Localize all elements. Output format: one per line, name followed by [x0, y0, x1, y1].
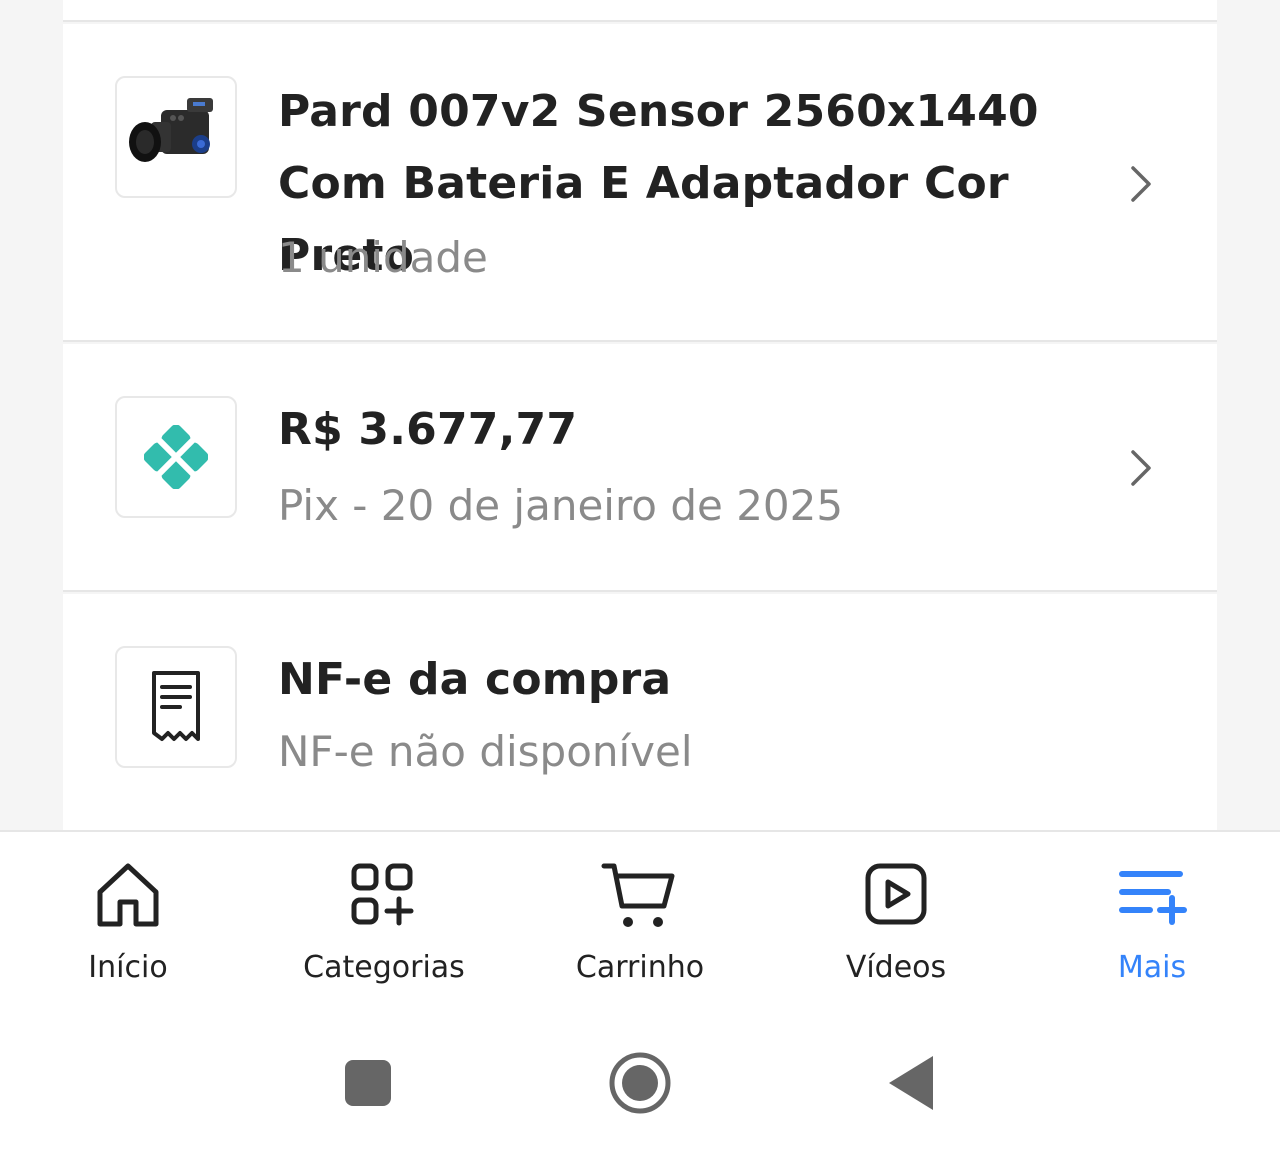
chevron-right-icon[interactable]: [1125, 448, 1157, 488]
system-navigation-bar: [0, 1020, 1280, 1157]
categories-icon: [351, 863, 414, 926]
video-icon: [865, 863, 927, 925]
receipt-icon: [152, 671, 200, 741]
order-detail-page: Pard 007v2 Sensor 2560x1440 Com Bateria …: [0, 0, 1280, 1157]
payment-row[interactable]: R$ 3.677,77 Pix - 20 de janeiro de 2025: [63, 344, 1217, 592]
bottom-navigation: Início Categorias Carrinho Vídeos Mais: [0, 830, 1280, 1020]
payment-amount: R$ 3.677,77: [278, 404, 578, 455]
product-thumbnail: [115, 76, 237, 198]
nav-label: Vídeos: [845, 950, 947, 985]
nav-item-carrinho[interactable]: Carrinho: [530, 860, 750, 985]
recents-button[interactable]: [333, 1048, 403, 1118]
home-icon: [97, 863, 159, 927]
product-row[interactable]: Pard 007v2 Sensor 2560x1440 Com Bateria …: [63, 24, 1217, 342]
nav-item-inicio[interactable]: Início: [18, 860, 238, 985]
back-button[interactable]: [877, 1048, 947, 1118]
nav-label: Mais: [1117, 950, 1187, 985]
nav-label: Início: [88, 950, 168, 985]
cart-icon: [601, 863, 675, 927]
chevron-right-icon[interactable]: [1125, 164, 1157, 204]
pix-icon: [144, 425, 208, 489]
product-quantity: 1 unidade: [278, 233, 488, 282]
nfe-thumbnail: [115, 646, 237, 768]
nav-item-categorias[interactable]: Categorias: [274, 860, 494, 985]
payment-details: Pix - 20 de janeiro de 2025: [278, 481, 844, 530]
nav-item-videos[interactable]: Vídeos: [786, 860, 1006, 985]
previous-card-edge: [63, 0, 1217, 22]
home-button[interactable]: [605, 1048, 675, 1118]
nav-item-mais[interactable]: Mais: [1042, 860, 1262, 985]
nav-label: Carrinho: [575, 950, 705, 985]
nfe-status: NF-e não disponível: [278, 727, 693, 776]
night-vision-camera-icon: [129, 98, 213, 162]
nfe-row: NF-e da compra NF-e não disponível: [63, 594, 1217, 830]
payment-method-thumbnail: [115, 396, 237, 518]
nfe-title: NF-e da compra: [278, 654, 672, 705]
more-menu-icon: [1119, 871, 1187, 925]
nav-label: Categorias: [303, 950, 465, 985]
